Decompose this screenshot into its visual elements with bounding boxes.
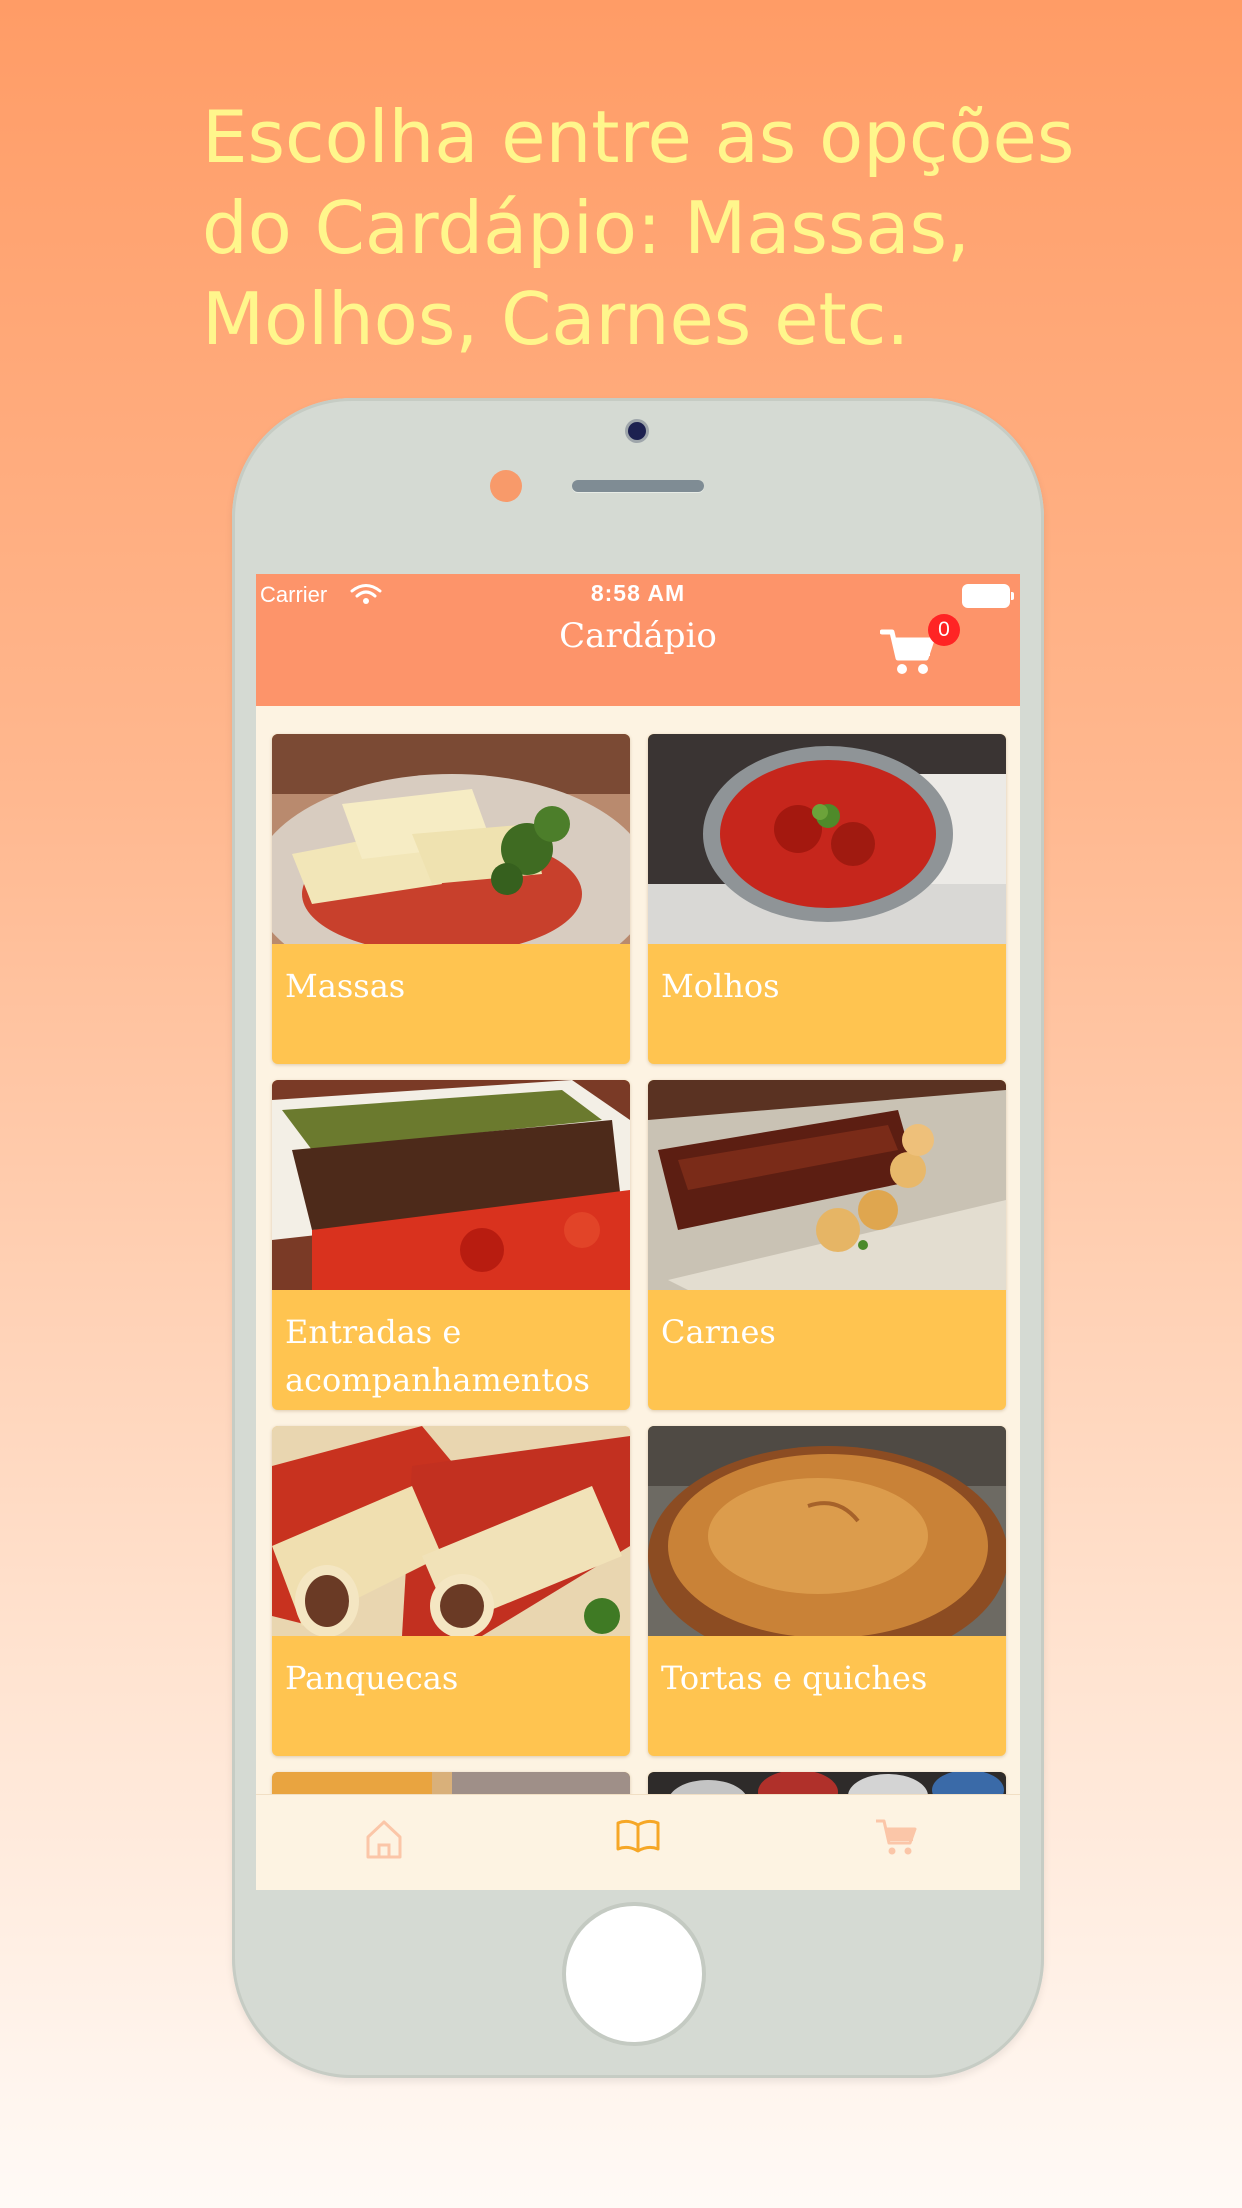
category-label: Massas <box>285 967 406 1005</box>
pasta-image <box>272 734 630 944</box>
dessert-image <box>272 1772 630 1794</box>
cart-count-badge: 0 <box>928 614 960 646</box>
category-card-tortas[interactable]: Tortas e quiches <box>648 1426 1006 1756</box>
category-label: Molhos <box>661 967 780 1005</box>
category-label: Panquecas <box>285 1659 459 1697</box>
tab-cart[interactable] <box>856 1805 936 1865</box>
category-grid: Massas Molhos Entradas e acompanhamentos… <box>256 706 1020 1794</box>
category-card-partial-1[interactable] <box>272 1772 630 1794</box>
app-screen: Carrier 8:58 AM Cardápio 0 Massas Molhos… <box>256 574 1020 1890</box>
crepes-image <box>272 1426 630 1636</box>
tab-bar <box>256 1794 1020 1890</box>
home-icon <box>366 1820 402 1859</box>
category-label: Carnes <box>661 1313 776 1351</box>
category-card-massas[interactable]: Massas <box>272 734 630 1064</box>
navigation-bar: Carrier 8:58 AM Cardápio 0 <box>256 574 1020 706</box>
tab-home[interactable] <box>344 1805 424 1865</box>
drinks-image <box>648 1772 1006 1794</box>
proximity-sensor <box>490 470 522 502</box>
ribs-image <box>648 1080 1006 1290</box>
promo-headline: Escolha entre as opções do Cardápio: Mas… <box>202 95 1075 361</box>
category-card-molhos[interactable]: Molhos <box>648 734 1006 1064</box>
category-card-panquecas[interactable]: Panquecas <box>272 1426 630 1756</box>
category-card-entradas[interactable]: Entradas e acompanhamentos <box>272 1080 630 1410</box>
tab-menu[interactable] <box>598 1805 678 1865</box>
category-label: Tortas e quiches <box>661 1659 928 1697</box>
pie-image <box>648 1426 1006 1636</box>
phone-frame: Carrier 8:58 AM Cardápio 0 Massas Molhos… <box>232 398 1044 2078</box>
battery-icon <box>964 586 1014 606</box>
cart-icon <box>876 1819 917 1855</box>
sauce-image <box>648 734 1006 944</box>
earpiece-speaker <box>572 480 704 492</box>
menu-book-icon <box>616 1819 660 1853</box>
front-camera <box>628 422 646 440</box>
status-time: 8:58 AM <box>590 580 686 606</box>
category-label: Entradas e acompanhamentos <box>285 1313 590 1399</box>
category-card-carnes[interactable]: Carnes <box>648 1080 1006 1410</box>
appetizers-image <box>272 1080 630 1290</box>
status-bar: Carrier 8:58 AM <box>256 574 1020 616</box>
home-button[interactable] <box>566 1906 702 2042</box>
category-card-partial-2[interactable] <box>648 1772 1006 1794</box>
